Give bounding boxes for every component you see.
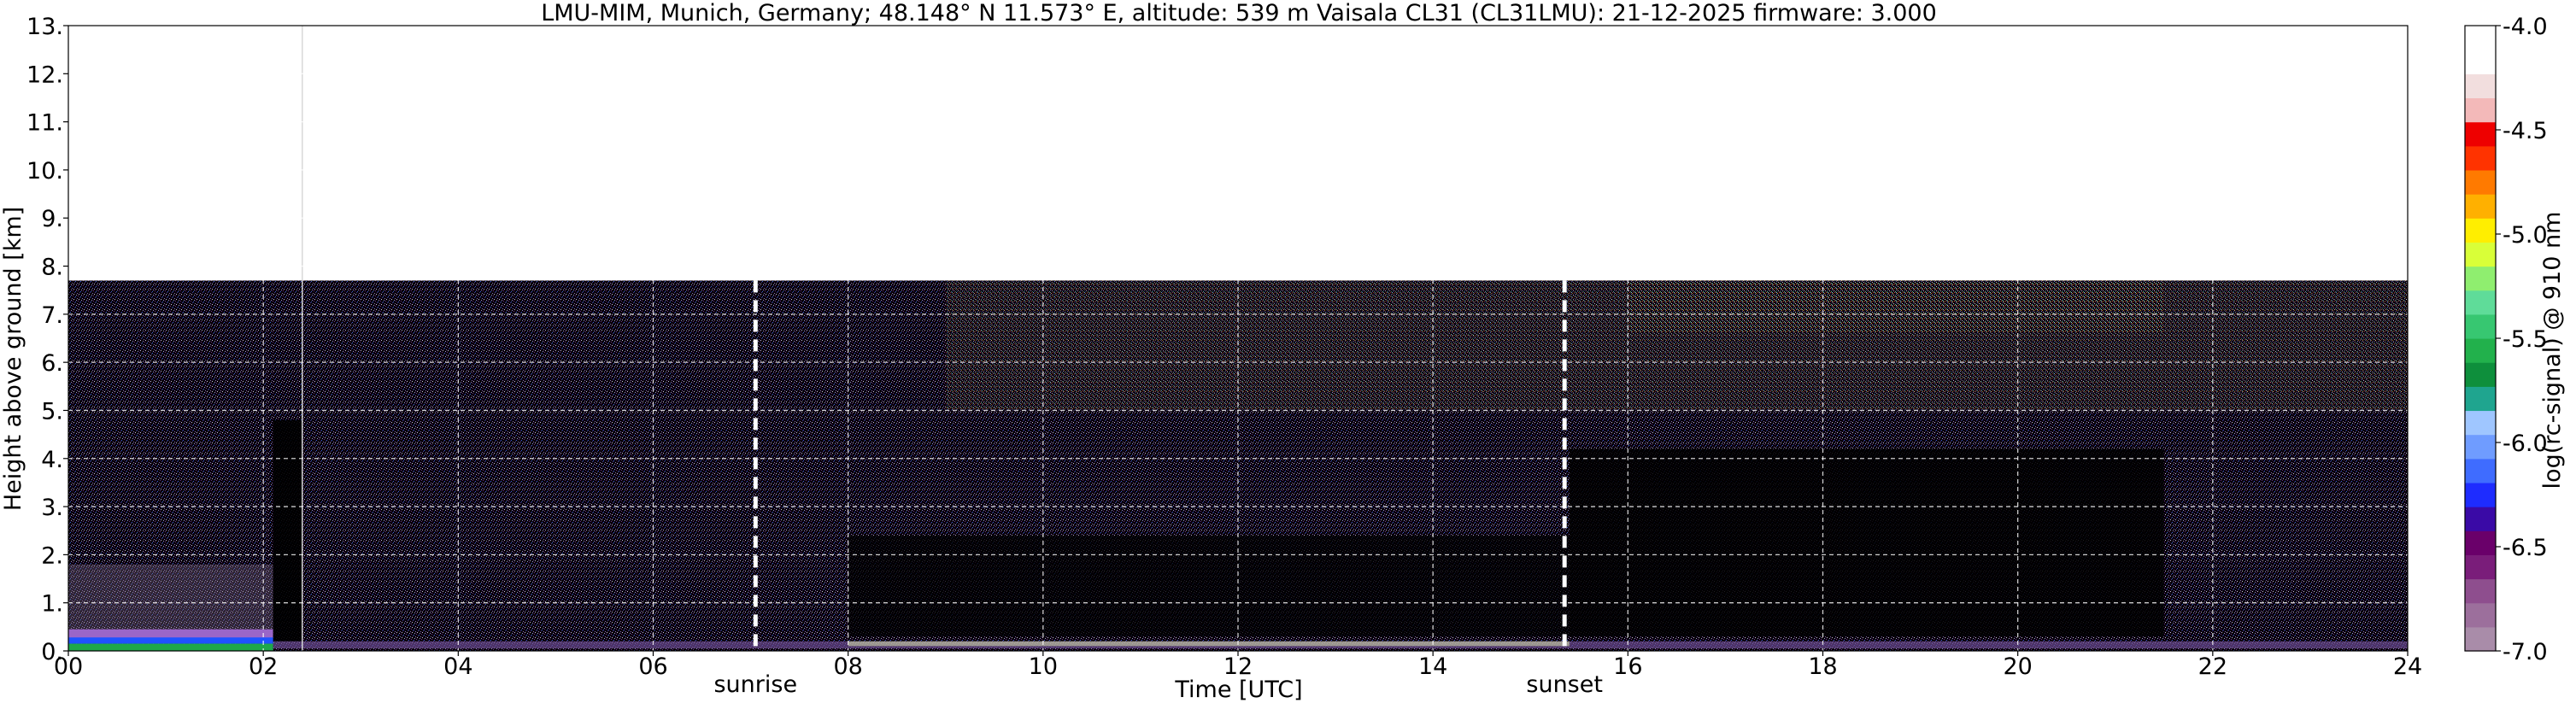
- x-tick-label: 02: [249, 653, 278, 680]
- colorbar-tick-label: -4.5: [2503, 118, 2548, 144]
- y-tick-label: 11.: [26, 110, 63, 137]
- colorbar-segment: [2465, 218, 2496, 243]
- colorbar-segment: [2465, 362, 2496, 387]
- ceilometer-chart: sunrise sunset 0. 1. 2. 3. 4. 5. 6. 7. 8. 9. 10. 11.…: [0, 0, 2576, 706]
- colorbar-label: log(rc-signal) @ 910 nm: [2539, 212, 2566, 489]
- colorbar-segment: [2465, 290, 2496, 315]
- colorbar-segment: [2465, 145, 2496, 171]
- colorbar-tick-label: -7.0: [2503, 639, 2548, 665]
- y-tick-label: 12.: [26, 62, 63, 88]
- x-axis-label: Time [UTC]: [1174, 677, 1302, 703]
- colorbar-segment: [2465, 26, 2496, 50]
- colorbar-segment: [2465, 458, 2496, 483]
- x-tick-label: 06: [638, 653, 667, 680]
- low-signal-zone-early: [273, 419, 302, 642]
- colorbar-segment: [2465, 507, 2496, 531]
- boundary-layer-green: [68, 643, 273, 651]
- colorbar-segment: [2465, 266, 2496, 291]
- x-tick-label: 14: [1418, 653, 1447, 680]
- x-tick-label: 08: [833, 653, 862, 680]
- boundary-layer-haze: [68, 564, 273, 632]
- colorbar-segment: [2465, 530, 2496, 555]
- x-tick-label: 04: [443, 653, 472, 680]
- colorbar-segment: [2465, 434, 2496, 460]
- x-tick-label: 24: [2393, 653, 2422, 680]
- colorbar-segment: [2465, 169, 2496, 195]
- colorbar-segment: [2465, 121, 2496, 147]
- y-tick-label: 6.: [41, 350, 63, 377]
- colorbar-tick-label: -6.5: [2503, 535, 2548, 561]
- backscatter-top-color-noise: [1628, 280, 2164, 334]
- y-tick-label: 5.: [41, 398, 63, 425]
- y-tick-label: 8.: [41, 255, 63, 281]
- colorbar-segment: [2465, 338, 2496, 363]
- sunrise-label: sunrise: [713, 671, 797, 698]
- colorbar-segment: [2465, 242, 2496, 267]
- y-tick-label: 9.: [41, 206, 63, 232]
- colorbar-segment: [2465, 578, 2496, 604]
- y-tick-label: 3.: [41, 495, 63, 521]
- colorbar-tick-label: -4.0: [2503, 14, 2548, 40]
- colorbar-segment: [2465, 194, 2496, 219]
- y-tick-label: 1.: [41, 591, 63, 618]
- x-tick-label: 22: [2198, 653, 2227, 680]
- chart-title: LMU-MIM, Munich, Germany; 48.148° N 11.5…: [541, 0, 1937, 26]
- x-tick-label: 18: [1808, 653, 1837, 680]
- colorbar-segment: [2465, 554, 2496, 580]
- x-tick-label: 10: [1029, 653, 1058, 680]
- ceilometer-plot-svg: sunrise sunset 0.1.2.3.4.5.6.7.8.9.10.11.…: [0, 0, 2566, 703]
- boundary-layer-blue: [68, 637, 273, 644]
- sunset-label: sunset: [1526, 671, 1603, 698]
- y-tick-label: 2.: [41, 542, 63, 569]
- y-tick-label: 13.: [26, 14, 63, 40]
- low-signal-zone-day: [848, 535, 1570, 637]
- colorbar-segment: [2465, 482, 2496, 507]
- colorbar-segment: [2465, 73, 2496, 99]
- y-tick-label: 4.: [41, 447, 63, 473]
- low-signal-zone-evening: [1569, 448, 2164, 637]
- x-tick-label: 16: [1613, 653, 1642, 680]
- y-tick-label: 10.: [26, 158, 63, 185]
- x-tick-label: 20: [2003, 653, 2032, 680]
- colorbar-segment: [2465, 626, 2496, 652]
- colorbar: -4.0-4.5-5.0-5.5-6.0-6.5-7.0: [2464, 14, 2548, 665]
- colorbar-segment: [2465, 97, 2496, 123]
- colorbar-segment: [2465, 386, 2496, 412]
- surface-layer-day: [848, 641, 1570, 647]
- y-tick-label: 7.: [41, 302, 63, 329]
- colorbar-segment: [2465, 50, 2496, 74]
- x-tick-label: 00: [54, 653, 83, 680]
- colorbar-segment: [2465, 410, 2496, 436]
- colorbar-segment: [2465, 313, 2496, 339]
- y-axis-label: Height above ground [km]: [0, 207, 26, 511]
- colorbar-segment: [2465, 602, 2496, 628]
